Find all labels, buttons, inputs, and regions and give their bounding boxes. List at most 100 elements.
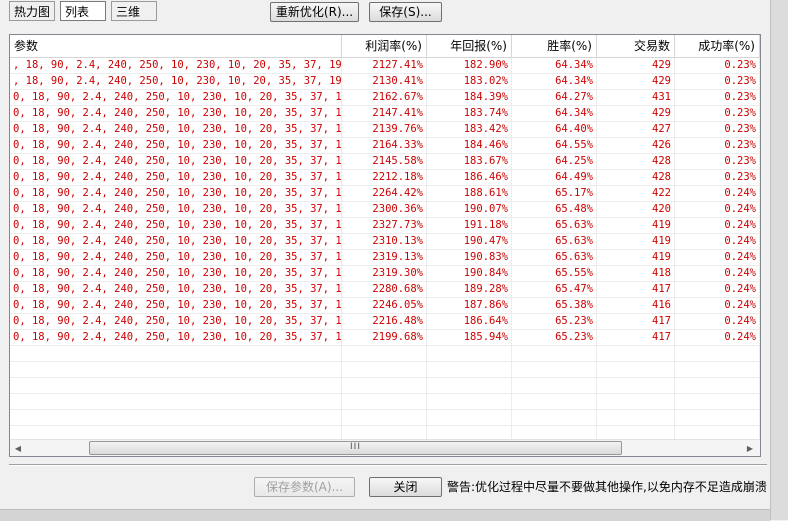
reoptimize-button[interactable]: 重新优化(R)... [270, 2, 359, 22]
empty-table-row [10, 394, 760, 410]
footer-separator [9, 464, 767, 466]
results-grid: 参数 利润率(%) 年回报(%) 胜率(%) 交易数 成功率(%) , 18, … [10, 35, 760, 439]
cell-profit-rate: 2145.58% [342, 154, 427, 170]
cell-success-rate: 0.23% [675, 58, 760, 74]
cell-trade-count [597, 346, 675, 362]
cell-params: 0, 18, 90, 2.4, 240, 250, 10, 230, 10, 2… [10, 218, 342, 234]
cell-win-rate: 65.63% [512, 250, 597, 266]
table-row[interactable]: 0, 18, 90, 2.4, 240, 250, 10, 230, 10, 2… [10, 266, 760, 282]
table-row[interactable]: 0, 18, 90, 2.4, 240, 250, 10, 230, 10, 2… [10, 122, 760, 138]
column-header-params[interactable]: 参数 [10, 35, 342, 57]
cell-params: 0, 18, 90, 2.4, 240, 250, 10, 230, 10, 2… [10, 250, 342, 266]
tab-list[interactable]: 列表 [60, 1, 106, 21]
cell-profit-rate: 2139.76% [342, 122, 427, 138]
table-row[interactable]: 0, 18, 90, 2.4, 240, 250, 10, 230, 10, 2… [10, 202, 760, 218]
table-row[interactable]: , 18, 90, 2.4, 240, 250, 10, 230, 10, 20… [10, 74, 760, 90]
cell-trade-count: 419 [597, 234, 675, 250]
cell-trade-count: 419 [597, 218, 675, 234]
cell-success-rate: 0.24% [675, 266, 760, 282]
cell-success-rate [675, 362, 760, 378]
cell-annual-return [427, 362, 512, 378]
cell-success-rate: 0.24% [675, 298, 760, 314]
column-header-annual-return[interactable]: 年回报(%) [427, 35, 512, 57]
column-header-profit-rate[interactable]: 利润率(%) [342, 35, 427, 57]
cell-annual-return: 183.74% [427, 106, 512, 122]
table-row[interactable]: 0, 18, 90, 2.4, 240, 250, 10, 230, 10, 2… [10, 138, 760, 154]
cell-trade-count: 428 [597, 154, 675, 170]
table-row[interactable]: 0, 18, 90, 2.4, 240, 250, 10, 230, 10, 2… [10, 314, 760, 330]
table-row[interactable]: 0, 18, 90, 2.4, 240, 250, 10, 230, 10, 2… [10, 218, 760, 234]
cell-trade-count: 422 [597, 186, 675, 202]
cell-success-rate: 0.23% [675, 122, 760, 138]
tab-heatmap[interactable]: 热力图 [9, 1, 55, 21]
cell-annual-return [427, 346, 512, 362]
cell-win-rate: 65.47% [512, 282, 597, 298]
tab-3d[interactable]: 三维 [111, 1, 157, 21]
cell-win-rate: 65.23% [512, 314, 597, 330]
cell-profit-rate [342, 362, 427, 378]
scroll-right-arrow-icon[interactable]: ▶ [742, 440, 758, 456]
save-params-button[interactable]: 保存参数(A)... [254, 477, 355, 497]
table-row[interactable]: 0, 18, 90, 2.4, 240, 250, 10, 230, 10, 2… [10, 250, 760, 266]
cell-annual-return [427, 426, 512, 439]
table-row[interactable]: 0, 18, 90, 2.4, 240, 250, 10, 230, 10, 2… [10, 186, 760, 202]
cell-params [10, 346, 342, 362]
scroll-left-arrow-icon[interactable]: ◀ [10, 440, 26, 456]
cell-annual-return: 183.67% [427, 154, 512, 170]
cell-params [10, 426, 342, 439]
table-row[interactable]: 0, 18, 90, 2.4, 240, 250, 10, 230, 10, 2… [10, 90, 760, 106]
cell-win-rate: 64.25% [512, 154, 597, 170]
cell-params: 0, 18, 90, 2.4, 240, 250, 10, 230, 10, 2… [10, 330, 342, 346]
cell-win-rate: 64.49% [512, 170, 597, 186]
cell-trade-count: 418 [597, 266, 675, 282]
column-header-success-rate[interactable]: 成功率(%) [675, 35, 760, 57]
cell-profit-rate: 2164.33% [342, 138, 427, 154]
cell-trade-count: 429 [597, 106, 675, 122]
table-row[interactable]: 0, 18, 90, 2.4, 240, 250, 10, 230, 10, 2… [10, 170, 760, 186]
cell-success-rate: 0.23% [675, 106, 760, 122]
cell-profit-rate: 2127.41% [342, 58, 427, 74]
cell-success-rate [675, 410, 760, 426]
cell-annual-return: 189.28% [427, 282, 512, 298]
results-table: 参数 利润率(%) 年回报(%) 胜率(%) 交易数 成功率(%) , 18, … [9, 34, 761, 457]
cell-annual-return [427, 394, 512, 410]
cell-annual-return: 183.42% [427, 122, 512, 138]
table-row[interactable]: 0, 18, 90, 2.4, 240, 250, 10, 230, 10, 2… [10, 106, 760, 122]
cell-params: , 18, 90, 2.4, 240, 250, 10, 230, 10, 20… [10, 74, 342, 90]
cell-params: 0, 18, 90, 2.4, 240, 250, 10, 230, 10, 2… [10, 154, 342, 170]
cell-trade-count: 417 [597, 282, 675, 298]
cell-profit-rate [342, 346, 427, 362]
cell-annual-return [427, 410, 512, 426]
table-row[interactable]: 0, 18, 90, 2.4, 240, 250, 10, 230, 10, 2… [10, 298, 760, 314]
window-bottom-edge [0, 509, 770, 521]
cell-win-rate: 65.38% [512, 298, 597, 314]
table-row[interactable]: 0, 18, 90, 2.4, 240, 250, 10, 230, 10, 2… [10, 330, 760, 346]
cell-success-rate: 0.23% [675, 90, 760, 106]
cell-win-rate [512, 346, 597, 362]
cell-success-rate: 0.24% [675, 202, 760, 218]
cell-win-rate: 65.17% [512, 186, 597, 202]
cell-win-rate [512, 362, 597, 378]
table-row[interactable]: , 18, 90, 2.4, 240, 250, 10, 230, 10, 20… [10, 58, 760, 74]
cell-win-rate: 65.48% [512, 202, 597, 218]
save-button[interactable]: 保存(S)... [369, 2, 442, 22]
table-row[interactable]: 0, 18, 90, 2.4, 240, 250, 10, 230, 10, 2… [10, 154, 760, 170]
cell-annual-return: 183.02% [427, 74, 512, 90]
horizontal-scrollbar[interactable]: ◀ III ▶ [10, 439, 760, 456]
cell-profit-rate: 2147.41% [342, 106, 427, 122]
cell-annual-return: 190.07% [427, 202, 512, 218]
cell-trade-count: 416 [597, 298, 675, 314]
column-header-trade-count[interactable]: 交易数 [597, 35, 675, 57]
scrollbar-thumb[interactable]: III [89, 441, 622, 455]
cell-success-rate [675, 394, 760, 410]
cell-annual-return: 186.46% [427, 170, 512, 186]
cell-win-rate [512, 410, 597, 426]
cell-annual-return: 190.84% [427, 266, 512, 282]
column-header-win-rate[interactable]: 胜率(%) [512, 35, 597, 57]
table-row[interactable]: 0, 18, 90, 2.4, 240, 250, 10, 230, 10, 2… [10, 282, 760, 298]
close-button[interactable]: 关闭 [369, 477, 442, 497]
cell-win-rate: 64.55% [512, 138, 597, 154]
table-row[interactable]: 0, 18, 90, 2.4, 240, 250, 10, 230, 10, 2… [10, 234, 760, 250]
cell-profit-rate: 2327.73% [342, 218, 427, 234]
cell-annual-return: 188.61% [427, 186, 512, 202]
